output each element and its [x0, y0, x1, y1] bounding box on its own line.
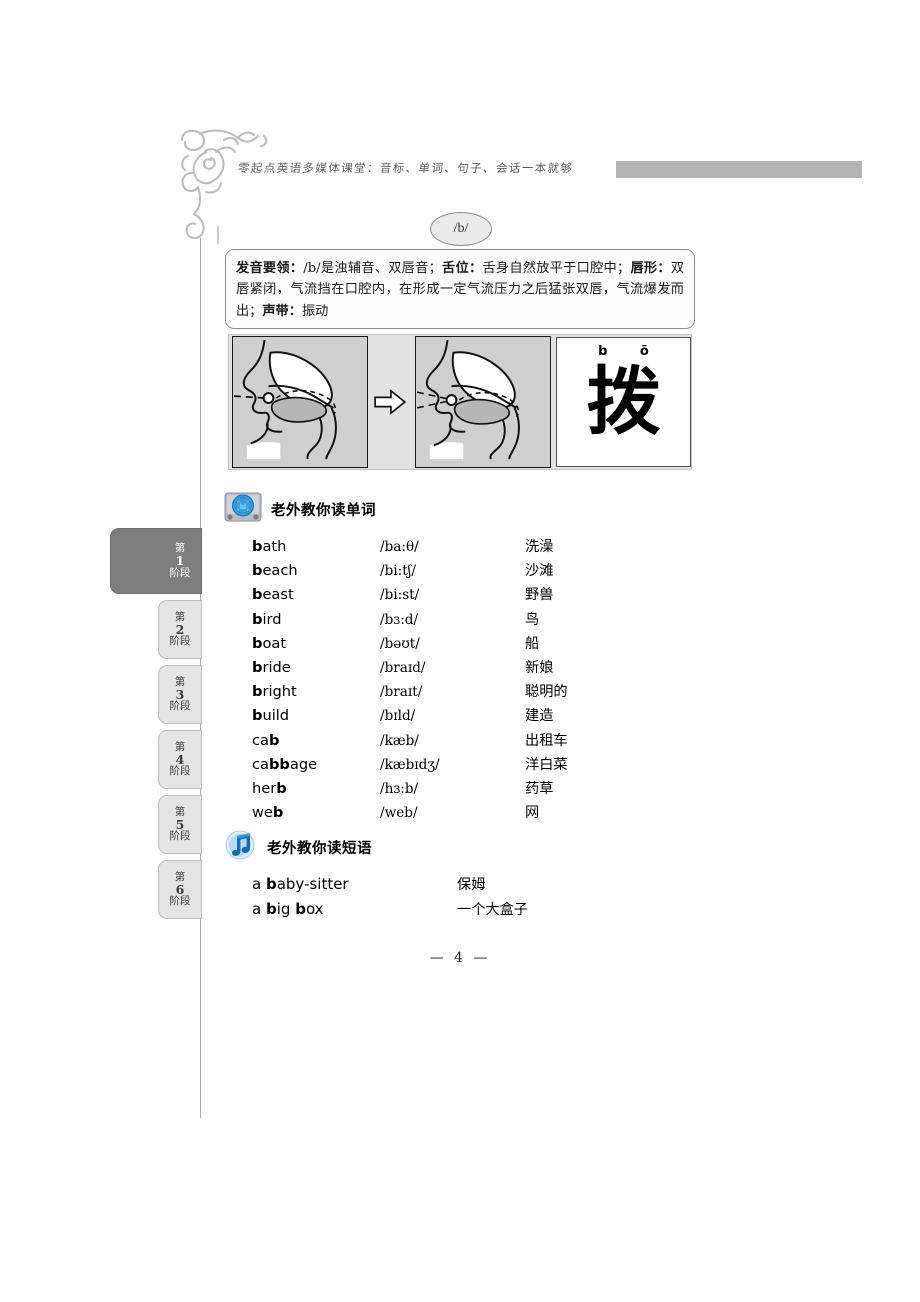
word-text: build — [252, 707, 290, 725]
word-ipa: /braɪt/ — [380, 684, 423, 701]
phrase-text: a big box — [252, 900, 324, 918]
word-ipa: /braɪd/ — [380, 659, 426, 676]
word-translation: 鸟 — [525, 611, 540, 628]
word-translation: 新娘 — [525, 659, 554, 676]
right-arrow-outline-icon — [368, 389, 412, 415]
articulation-diagram-strip: b ō 拨 — [228, 334, 692, 470]
word-translation: 野兽 — [525, 587, 554, 604]
word-ipa: /ba:θ/ — [380, 539, 419, 555]
desc-label-lips: 唇形： — [630, 261, 671, 276]
word-text: herb — [252, 779, 287, 797]
stage-tab-suffix: 阶段 — [169, 765, 191, 778]
word-translation: 聪明的 — [525, 684, 568, 701]
desc-label-key: 发音要领： — [236, 261, 304, 276]
word-row: bride/braɪd/新娘 — [252, 657, 568, 681]
header-accent-bar — [616, 161, 862, 178]
desc-label-vocal: 声带： — [262, 303, 302, 319]
word-text: bright — [252, 683, 297, 701]
phrases-table: a baby-sitter 保姆 a big box 一个大盒子 — [252, 874, 528, 924]
word-row: boat/bəʊt/船 — [252, 633, 568, 657]
word-row: beast/bi:st/野兽 — [252, 584, 568, 608]
word-text: bath — [252, 538, 287, 555]
phrases-section-label: 老外教你读短语 — [267, 841, 372, 857]
stage-tab-3[interactable]: 第 3 阶段 — [158, 665, 202, 724]
pronunciation-description-text: 发音要领：/b/是浊辅音、双唇音；舌位：舌身自然放平于口腔中；唇形：双唇紧闭，气… — [236, 258, 684, 322]
stage-tab-suffix: 阶段 — [169, 700, 191, 713]
page-canvas: 零起点英语多媒体课堂：音标、单词、句子、会话一本就够 /b/ 发音要领：/b/是… — [0, 0, 920, 1302]
stage-tab-4[interactable]: 第 4 阶段 — [158, 730, 202, 789]
mouth-cross-section-closed-icon — [232, 336, 369, 468]
word-ipa: /hɜ:b/ — [380, 780, 419, 797]
word-row: build/bɪld/建造 — [252, 705, 568, 729]
word-translation: 洋白菜 — [525, 756, 568, 773]
word-ipa: /bɪld/ — [380, 708, 416, 725]
word-row: cabbage/kæbɪdʒ/洋白菜 — [252, 754, 568, 778]
phrase-row: a baby-sitter 保姆 — [252, 874, 528, 899]
word-ipa: /bi:st/ — [380, 587, 420, 604]
word-translation: 出租车 — [525, 732, 568, 749]
word-row: bath/ba:θ/洗澡 — [252, 536, 568, 560]
desc-body-vocal: 振动 — [301, 303, 329, 319]
word-text: bride — [252, 658, 291, 676]
stage-tab-1[interactable]: 第 1 阶段 — [110, 528, 202, 594]
hanzi-character: 拨 — [586, 359, 661, 445]
stage-tab-5[interactable]: 第 5 阶段 — [158, 795, 202, 854]
phrase-translation: 保姆 — [457, 877, 486, 893]
page-title: 零起点英语多媒体课堂：音标、单词、句子、会话一本就够 — [237, 163, 574, 175]
floral-scroll-ornament — [176, 126, 272, 244]
word-ipa: /bəʊt/ — [380, 635, 420, 652]
words-table: bath/ba:θ/洗澡 beach/bi:tʃ/沙滩 beast/bi:st/野兽… — [252, 536, 568, 826]
word-translation: 网 — [525, 805, 540, 822]
phrase-row: a big box 一个大盒子 — [252, 899, 528, 924]
mouth-cross-section-release-icon — [414, 336, 551, 468]
word-ipa: /bi:tʃ/ — [380, 563, 416, 580]
word-row: bright/braɪt/聪明的 — [252, 681, 568, 705]
hanzi-example-card: b ō 拨 — [555, 337, 691, 467]
word-translation: 沙滩 — [525, 563, 554, 580]
hanzi-pinyin: b ō — [598, 344, 663, 359]
phrases-section-heading: 老外教你读短语 — [224, 830, 372, 865]
word-ipa: /kæb/ — [380, 732, 419, 749]
word-row: bird/bɜ:d/鸟 — [252, 609, 568, 633]
word-translation: 药草 — [525, 780, 554, 797]
desc-body-tongue: 舌身自然放平于口腔中； — [482, 261, 631, 276]
word-row: herb/hɜ:b/药草 — [252, 778, 568, 802]
phrase-translation: 一个大盒子 — [457, 902, 528, 918]
pronunciation-description-panel: 发音要领：/b/是浊辅音、双唇音；舌位：舌身自然放平于口腔中；唇形：双唇紧闭，气… — [225, 249, 695, 330]
music-note-icon — [224, 830, 258, 865]
page-number: — 4 — — [429, 950, 491, 966]
word-translation: 洗澡 — [525, 539, 554, 555]
word-text: bird — [252, 610, 282, 628]
phoneme-symbol: /b/ — [453, 221, 469, 236]
word-translation: 船 — [525, 635, 540, 652]
word-ipa: /kæbɪdʒ/ — [380, 756, 440, 773]
desc-label-tongue: 舌位： — [441, 261, 483, 276]
word-row: cab/kæb/出租车 — [252, 730, 568, 754]
phrase-text: a baby-sitter — [252, 875, 349, 893]
stage-tab-suffix: 阶段 — [169, 635, 191, 648]
word-text: beast — [252, 586, 294, 604]
stage-tab-2[interactable]: 第 2 阶段 — [158, 600, 202, 659]
stage-tab-suffix: 阶段 — [169, 566, 191, 579]
media-player-icon — [224, 492, 262, 527]
word-row: web/web/网 — [252, 802, 568, 826]
word-row: beach/bi:tʃ/沙滩 — [252, 560, 568, 584]
words-section-heading: 老外教你读单词 — [224, 492, 376, 527]
word-ipa: /bɜ:d/ — [380, 611, 419, 628]
words-section-label: 老外教你读单词 — [271, 503, 376, 519]
stage-tab-6[interactable]: 第 6 阶段 — [158, 860, 202, 919]
stage-tab-suffix: 阶段 — [169, 895, 191, 908]
word-text: cab — [252, 731, 280, 749]
word-text: beach — [252, 562, 298, 580]
word-text: cabbage — [252, 755, 318, 773]
stage-tab-suffix: 阶段 — [169, 830, 191, 843]
word-text: web — [252, 804, 284, 822]
word-translation: 建造 — [525, 708, 554, 725]
desc-body-key: /b/是浊辅音、双唇音； — [303, 261, 442, 276]
phoneme-badge: /b/ — [430, 212, 492, 246]
word-ipa: /web/ — [380, 805, 418, 822]
stage-tab-number: 1 — [175, 553, 185, 569]
word-text: boat — [252, 634, 287, 652]
